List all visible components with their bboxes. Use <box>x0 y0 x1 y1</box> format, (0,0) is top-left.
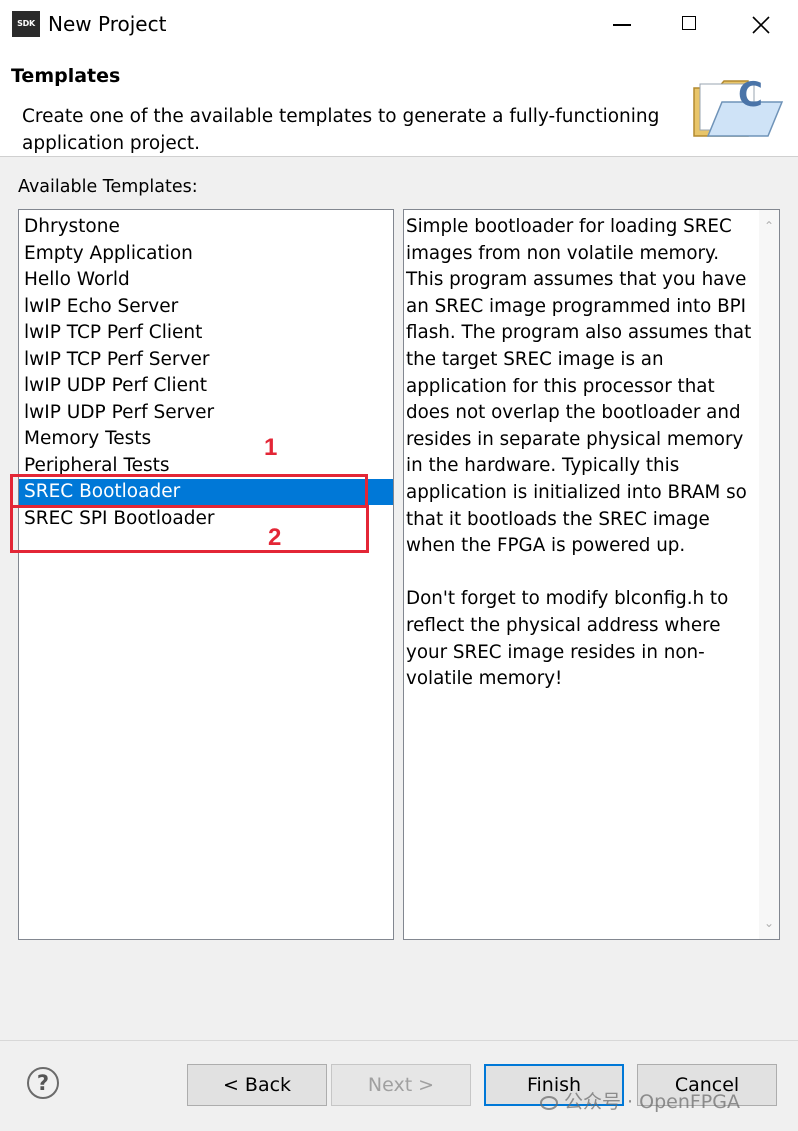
annotation-number-2: 2 <box>268 524 282 551</box>
help-button[interactable]: ? <box>27 1067 59 1099</box>
svg-text:C: C <box>738 75 763 115</box>
list-item-lwip-udp-perf-server[interactable]: lwIP UDP Perf Server <box>19 400 393 426</box>
watermark-text: 公众号 · OpenFPGA <box>564 1091 740 1113</box>
button-bar-divider <box>0 1040 798 1041</box>
close-button[interactable] <box>738 8 782 42</box>
available-templates-label: Available Templates: <box>18 177 198 197</box>
template-description-panel[interactable]: Simple bootloader for loading SREC image… <box>403 209 780 940</box>
list-item-memory-tests[interactable]: Memory Tests <box>19 426 393 452</box>
page-title: Templates <box>11 65 121 87</box>
list-item-dhrystone[interactable]: Dhrystone <box>19 214 393 240</box>
c-project-folder-icon: C <box>693 75 784 137</box>
back-button[interactable]: < Back <box>187 1064 327 1106</box>
minimize-button[interactable] <box>602 8 646 42</box>
annotation-box-2 <box>10 505 369 553</box>
wizard-banner: Templates Create one of the available te… <box>0 50 798 157</box>
list-item-lwip-tcp-perf-client[interactable]: lwIP TCP Perf Client <box>19 320 393 346</box>
close-icon <box>752 16 770 34</box>
maximize-button[interactable] <box>667 8 711 42</box>
list-item-lwip-echo-server[interactable]: lwIP Echo Server <box>19 294 393 320</box>
page-description: Create one of the available templates to… <box>22 106 660 154</box>
annotation-box-1 <box>10 474 368 508</box>
watermark: 公众号 · OpenFPGA <box>540 1087 740 1114</box>
templates-list[interactable]: Dhrystone Empty Application Hello World … <box>18 209 394 940</box>
template-description-text: Simple bootloader for loading SREC image… <box>406 216 752 690</box>
scroll-up-arrow-icon[interactable]: ⌃ <box>759 216 779 236</box>
list-item-lwip-udp-perf-client[interactable]: lwIP UDP Perf Client <box>19 373 393 399</box>
next-button[interactable]: Next > <box>331 1064 471 1106</box>
title-bar: SDK New Project <box>0 0 798 50</box>
annotation-number-1: 1 <box>264 434 278 461</box>
list-item-hello-world[interactable]: Hello World <box>19 267 393 293</box>
sdk-app-icon: SDK <box>12 11 40 37</box>
scroll-down-arrow-icon[interactable]: ⌄ <box>759 913 779 933</box>
window-title: New Project <box>48 12 167 36</box>
list-item-empty-application[interactable]: Empty Application <box>19 241 393 267</box>
list-item-lwip-tcp-perf-server[interactable]: lwIP TCP Perf Server <box>19 347 393 373</box>
description-scrollbar[interactable]: ⌃ ⌄ <box>759 210 779 939</box>
wechat-icon <box>540 1096 558 1110</box>
